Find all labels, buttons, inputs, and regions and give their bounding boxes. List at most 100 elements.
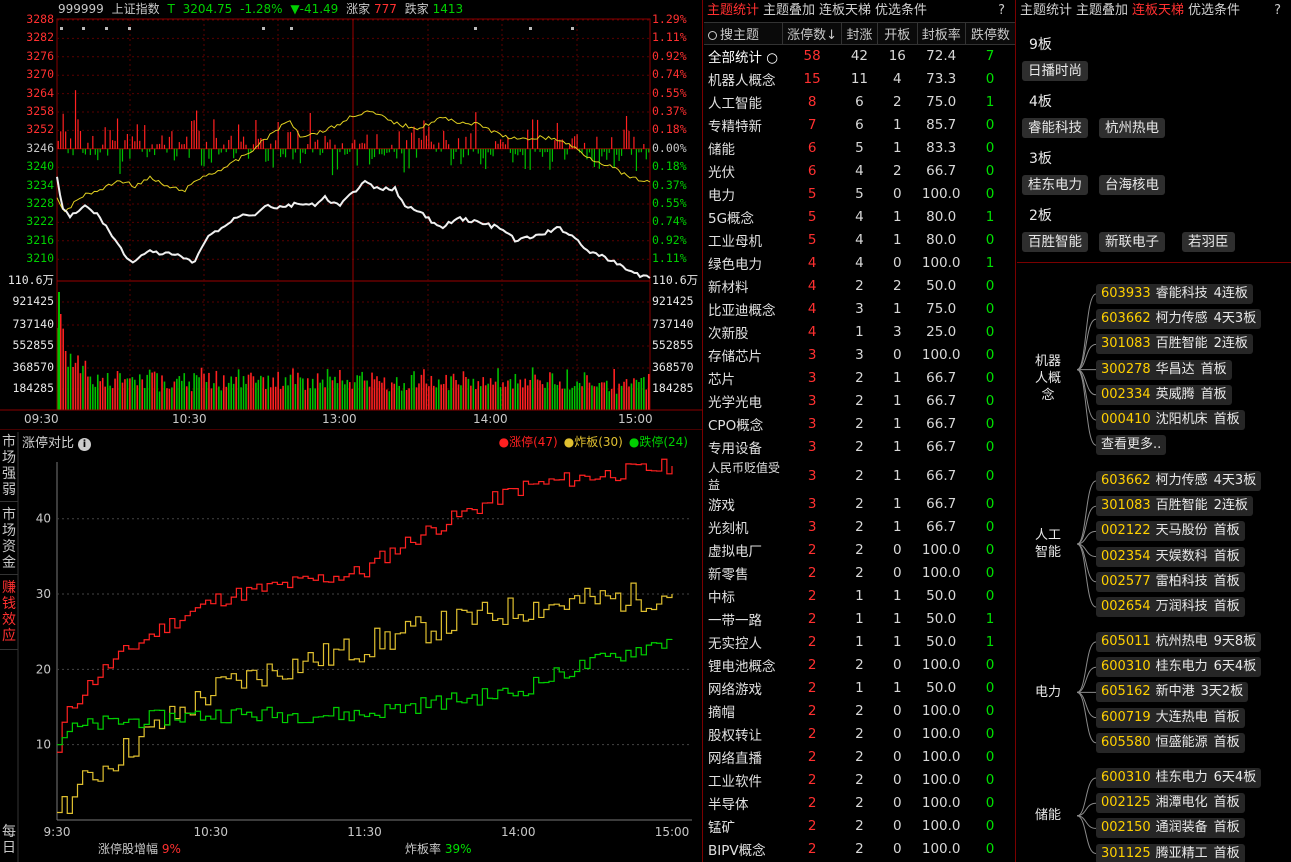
ladder-stock[interactable]: 日播时尚 [1022, 61, 1088, 81]
event-marker-icon[interactable] [529, 27, 532, 30]
theme-row[interactable]: 存储芯片 3 3 0 100.0 0 [704, 344, 1015, 367]
tab-3[interactable]: 优选条件 [1188, 3, 1240, 18]
ladder-stock[interactable]: 新联电子 [1099, 232, 1165, 252]
group-stock[interactable]: 605011 杭州热电 9天8板 [1096, 632, 1262, 652]
theme-row[interactable]: 机器人概念 15 11 4 73.3 0 [704, 68, 1015, 91]
help-icon[interactable]: ? [1274, 0, 1281, 22]
theme-row[interactable]: 专精特新 7 6 1 85.7 0 [704, 114, 1015, 137]
group-stock[interactable]: 600719 大连热电 首板 [1096, 707, 1245, 728]
group-stock[interactable]: 301083 百胜智能 2连板 [1096, 496, 1253, 517]
theme-search-input[interactable]: 搜主题 [720, 28, 759, 43]
theme-row[interactable]: 储能 6 5 1 83.3 0 [704, 137, 1015, 160]
theme-row[interactable]: 新零售 2 2 0 100.0 0 [704, 562, 1015, 585]
ladder-stock[interactable]: 桂东电力 [1022, 175, 1088, 195]
theme-row[interactable]: BIPV概念 2 2 0 100.0 0 [704, 838, 1015, 861]
theme-row[interactable]: 工业软件 2 2 0 100.0 0 [704, 769, 1015, 792]
group-stock[interactable]: 002334 英威腾 首板 [1096, 384, 1232, 405]
theme-row[interactable]: 无实控人 2 1 1 50.0 1 [704, 631, 1015, 654]
tab-0[interactable]: 主题统计 [707, 3, 759, 18]
col-limit-up-count[interactable]: 涨停数↓ [782, 22, 842, 45]
group-stock[interactable]: 600310 桂东电力 6天4板 [1096, 768, 1262, 788]
group-stock[interactable]: 605162 新中港 3天2板 [1096, 682, 1249, 703]
group-stock[interactable]: 002150 通润装备 首板 [1096, 818, 1245, 839]
opened-count: 0 [893, 255, 902, 271]
event-marker-icon[interactable] [262, 27, 265, 30]
theme-row[interactable]: 人工智能 8 6 2 75.0 1 [704, 91, 1015, 114]
theme-row[interactable]: 专用设备 3 2 1 66.7 0 [704, 436, 1015, 459]
theme-row[interactable]: 中标 2 1 1 50.0 0 [704, 585, 1015, 608]
tab-1[interactable]: 主题叠加 [763, 3, 815, 18]
tab-0[interactable]: 主题统计 [1020, 3, 1072, 18]
theme-row[interactable]: 锰矿 2 2 0 100.0 0 [704, 815, 1015, 838]
theme-row[interactable]: CPO概念 3 2 1 66.7 0 [704, 413, 1015, 436]
group-stock[interactable]: 603662 柯力传感 4天3板 [1096, 471, 1262, 491]
event-marker-icon[interactable] [128, 27, 131, 30]
theme-row[interactable]: 人民币贬值受益 3 2 1 66.7 0 [704, 459, 1015, 493]
group-stock[interactable]: 002354 天娱数科 首板 [1096, 546, 1245, 567]
theme-row[interactable]: 半导体 2 2 0 100.0 0 [704, 792, 1015, 815]
group-stock[interactable]: 002654 万润科技 首板 [1096, 597, 1245, 617]
group-stock[interactable]: 002125 湘潭电化 首板 [1096, 793, 1245, 814]
theme-row[interactable]: 锂电池概念 2 2 0 100.0 0 [704, 654, 1015, 677]
theme-row[interactable]: 虚拟电厂 2 2 0 100.0 0 [704, 539, 1015, 562]
col-sealed[interactable]: 封涨 [841, 22, 878, 45]
theme-row[interactable]: 次新股 4 1 3 25.0 0 [704, 321, 1015, 344]
event-marker-icon[interactable] [571, 27, 574, 30]
theme-row[interactable]: 网络直播 2 2 0 100.0 0 [704, 746, 1015, 769]
group-stock[interactable]: 605580 恒盛能源 首板 [1096, 732, 1245, 753]
group-label[interactable]: 储能 [1022, 807, 1074, 824]
theme-row[interactable]: 摘帽 2 2 0 100.0 0 [704, 700, 1015, 723]
group-stock[interactable]: 603662 柯力传感 4天3板 [1096, 309, 1262, 330]
theme-row[interactable]: 电力 5 5 0 100.0 0 [704, 183, 1015, 206]
group-stock[interactable]: 600310 桂东电力 6天4板 [1096, 657, 1262, 678]
limit-up-count: 3 [807, 496, 817, 512]
group-stock[interactable]: 002122 天马股份 首板 [1096, 521, 1245, 542]
event-marker-icon[interactable] [290, 27, 293, 30]
group-stock[interactable]: 000410 沈阳机床 首板 [1096, 410, 1245, 430]
event-marker-icon[interactable] [60, 27, 63, 30]
theme-row[interactable]: 绿色电力 4 4 0 100.0 1 [704, 252, 1015, 275]
theme-search-cell[interactable]: 搜主题 [704, 22, 784, 45]
theme-row[interactable]: 工业母机 5 4 1 80.0 0 [704, 229, 1015, 252]
theme-row[interactable]: 5G概念 5 4 1 80.0 1 [704, 206, 1015, 229]
theme-row[interactable]: 光伏 6 4 2 66.7 0 [704, 160, 1015, 183]
group-stock[interactable]: 300278 华昌达 首板 [1096, 359, 1232, 380]
tab-1[interactable]: 主题叠加 [1076, 3, 1128, 18]
theme-row[interactable]: 网络游戏 2 1 1 50.0 0 [704, 677, 1015, 700]
ladder-stock[interactable]: 台海核电 [1099, 175, 1165, 195]
event-marker-icon[interactable] [474, 27, 477, 30]
intraday-chart[interactable] [0, 0, 703, 430]
group-stock[interactable]: 301083 百胜智能 2连板 [1096, 334, 1253, 355]
group-stock[interactable]: 603933 睿能科技 4连板 [1096, 284, 1253, 304]
col-opened[interactable]: 开板 [877, 22, 918, 45]
theme-row[interactable]: 芯片 3 2 1 66.7 0 [704, 367, 1015, 390]
group-label[interactable]: 机器人概念 [1030, 353, 1066, 404]
group-label[interactable]: 人工智能 [1030, 527, 1066, 561]
view-more-button[interactable]: 查看更多.. [1096, 435, 1167, 456]
ladder-stock[interactable]: 睿能科技 [1022, 118, 1088, 138]
theme-row[interactable]: 比亚迪概念 4 3 1 75.0 0 [704, 298, 1015, 321]
tab-2[interactable]: 连板天梯 [819, 3, 871, 18]
ladder-stock[interactable]: 杭州热电 [1099, 118, 1165, 138]
tab-3[interactable]: 优选条件 [875, 3, 927, 18]
theme-row[interactable]: 股权转让 2 2 0 100.0 0 [704, 723, 1015, 746]
ladder-stock[interactable]: 若羽臣 [1182, 232, 1235, 252]
theme-row[interactable]: 全部统计 ○ 58 42 16 72.4 7 [704, 45, 1015, 68]
theme-row[interactable]: 新材料 4 2 2 50.0 0 [704, 275, 1015, 298]
event-marker-icon[interactable] [82, 27, 85, 30]
theme-row[interactable]: 一带一路 2 1 1 50.0 1 [704, 608, 1015, 631]
limit-compare-chart[interactable]: 40 30 20 10 9:30 10:30 11:30 14:00 15:00 [0, 432, 703, 862]
tab-2[interactable]: 连板天梯 [1132, 3, 1184, 18]
event-marker-icon[interactable] [105, 27, 108, 30]
group-label[interactable]: 电力 [1022, 684, 1074, 701]
help-icon[interactable]: ? [998, 0, 1005, 22]
ladder-stock[interactable]: 百胜智能 [1022, 232, 1088, 252]
theme-row[interactable]: 光刻机 3 2 1 66.7 0 [704, 516, 1015, 539]
theme-row[interactable]: 游戏 3 2 1 66.7 0 [704, 493, 1015, 516]
theme-row[interactable]: 光学光电 3 2 1 66.7 0 [704, 390, 1015, 413]
col-seal-rate[interactable]: 封板率 [917, 22, 966, 45]
group-stock[interactable]: 301125 腾亚精工 首板 [1096, 843, 1245, 862]
group-stock[interactable]: 002577 雷柏科技 首板 [1096, 571, 1245, 592]
col-limit-down-count[interactable]: 跌停数 [965, 22, 1015, 45]
opened-count: 0 [893, 347, 902, 363]
